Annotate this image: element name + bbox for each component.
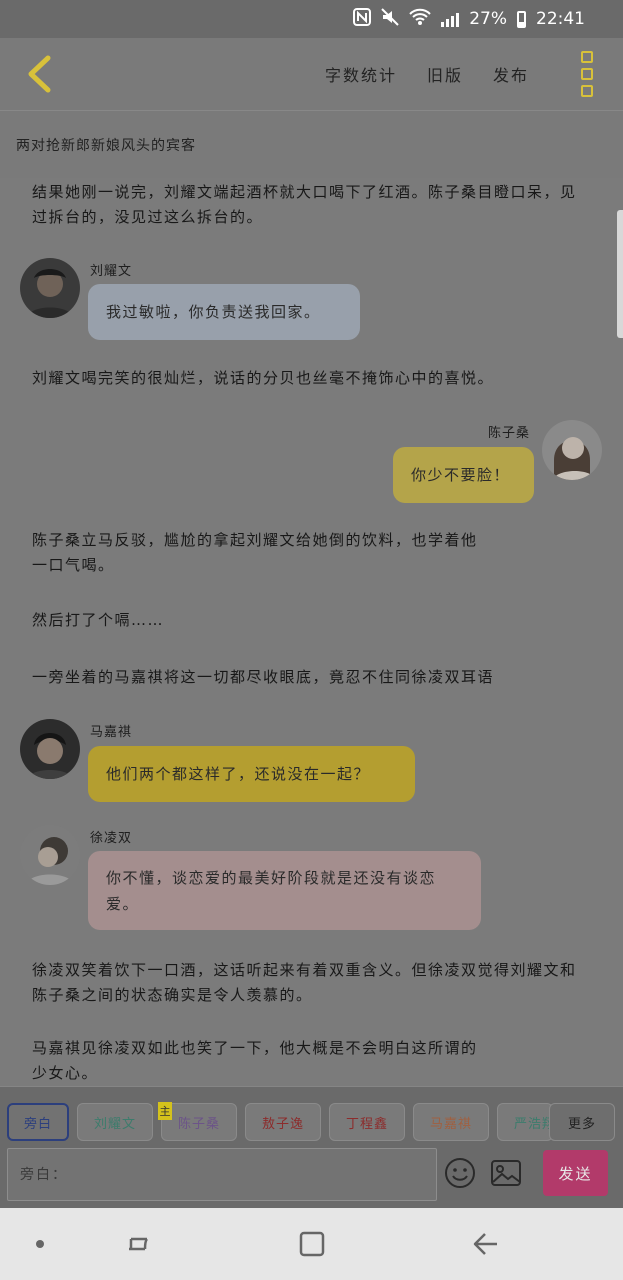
top-bar: 字数统计 旧版 发布 [0, 38, 623, 110]
character-chip[interactable]: 陈子桑 [161, 1103, 237, 1141]
main-character-badge: 主 [158, 1102, 172, 1120]
chip-label: 丁程鑫 [345, 1116, 388, 1132]
top-actions: 字数统计 旧版 发布 [325, 38, 593, 110]
chip-label: 旁白 [23, 1116, 52, 1132]
recents-icon[interactable] [118, 1226, 158, 1262]
chat-bubble: 我过敏啦，你负责送我回家。 [88, 284, 360, 340]
dot-icon[interactable] [20, 1226, 60, 1262]
word-count-button[interactable]: 字数统计 [325, 62, 397, 86]
image-icon[interactable] [489, 1156, 523, 1190]
character-selector: 旁白 刘耀文 陈子桑 敖子逸 丁程鑫 马嘉祺 严浩翔 更多 [0, 1086, 623, 1148]
speaker-name: 徐凌双 [90, 831, 133, 846]
more-menu-icon[interactable] [581, 51, 593, 97]
narration-paragraph: 刘耀文喝完笑的很灿烂，说话的分贝也丝毫不掩饰心中的喜悦。 [32, 369, 495, 387]
clock: 22:41 [536, 9, 585, 29]
chip-label: 刘耀文 [93, 1116, 136, 1132]
chip-label: 马嘉祺 [429, 1116, 472, 1132]
send-button[interactable]: 发送 [543, 1150, 608, 1196]
back-nav-icon[interactable] [466, 1226, 506, 1262]
system-nav-bar [0, 1208, 623, 1280]
nfc-icon [353, 8, 372, 30]
old-version-button[interactable]: 旧版 [427, 62, 463, 86]
back-button[interactable] [22, 54, 56, 94]
character-chip[interactable]: 马嘉祺 [413, 1103, 489, 1141]
character-chip[interactable]: 严浩翔 [497, 1103, 553, 1141]
narration-paragraph: 陈子桑立马反驳，尴尬的拿起刘耀文给她倒的饮料，也学着他一口气喝。 [32, 531, 478, 574]
chat-bubble: 你少不要脸！ [393, 447, 534, 503]
battery-percent: 27% [469, 9, 507, 29]
narration-paragraph: 马嘉祺见徐凌双如此也笑了一下，他大概是不会明白这所谓的少女心。 [32, 1039, 478, 1082]
story-content[interactable]: 结果她刚一说完，刘耀文端起酒杯就大口喝下了红酒。陈子桑目瞪口呆，见过拆台的，没见… [0, 178, 623, 1086]
avatar[interactable] [20, 258, 80, 318]
emoji-icon[interactable] [443, 1156, 477, 1190]
narration-paragraph: 徐凌双笑着饮下一口酒，这话听起来有着双重含义。但徐凌双觉得刘耀文和陈子桑之间的状… [32, 961, 577, 1004]
speaker-name: 刘耀文 [90, 264, 133, 279]
character-chip[interactable]: 敖子逸 [245, 1103, 321, 1141]
chip-label: 敖子逸 [261, 1116, 304, 1132]
mute-icon [381, 8, 399, 30]
narration-paragraph: 一旁坐着的马嘉祺将这一切都尽收眼底，竟忍不住同徐凌双耳语 [32, 668, 495, 686]
status-bar: 27% 22:41 [0, 0, 623, 38]
avatar[interactable] [20, 719, 80, 779]
wifi-icon [409, 8, 431, 30]
narration-paragraph: 结果她刚一说完，刘耀文端起酒杯就大口喝下了红酒。陈子桑目瞪口呆，见过拆台的，没见… [32, 183, 577, 226]
chat-bubble: 你不懂，谈恋爱的最美好阶段就是还没有谈恋爱。 [88, 851, 481, 930]
publish-button[interactable]: 发布 [493, 62, 529, 86]
speaker-name: 陈子桑 [488, 426, 531, 441]
chip-label: 严浩翔 [514, 1116, 553, 1132]
character-chip[interactable]: 刘耀文 [77, 1103, 153, 1141]
more-label: 更多 [567, 1116, 596, 1132]
narration-paragraph: 然后打了个嗝…… [32, 611, 165, 629]
message-input[interactable] [7, 1148, 437, 1201]
character-chip[interactable]: 丁程鑫 [329, 1103, 405, 1141]
character-chip[interactable]: 旁白 [7, 1103, 69, 1141]
home-icon[interactable] [292, 1226, 332, 1262]
chip-label: 陈子桑 [177, 1116, 220, 1132]
more-characters-button[interactable]: 更多 [549, 1103, 615, 1141]
avatar[interactable] [542, 420, 602, 480]
chevron-left-icon [28, 55, 51, 93]
signal-icon [441, 11, 460, 27]
battery-icon [517, 10, 526, 28]
avatar[interactable] [20, 825, 80, 885]
input-bar: 发送 [0, 1148, 623, 1208]
speaker-name: 马嘉祺 [90, 725, 133, 740]
chat-bubble: 他们两个都这样了，还说没在一起？ [88, 746, 415, 802]
story-title: 两对抢新郎新娘风头的宾客 [0, 110, 623, 178]
scrollbar[interactable] [617, 210, 623, 338]
